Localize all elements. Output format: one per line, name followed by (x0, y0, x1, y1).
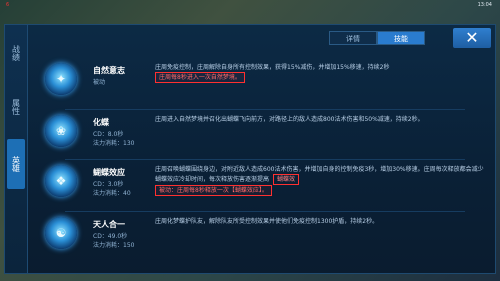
skill-description: 庄周进入自然梦境并召化出蝴蝶飞向前方，对路径上的敌人造成800法术伤害和50%减… (155, 115, 485, 124)
divider (65, 109, 465, 110)
skill-mana-cost: 法力消耗：150 (93, 242, 135, 249)
tab-record[interactable]: 战绩 (7, 31, 25, 75)
skill-cooldown: CD：49.0秒 (93, 233, 128, 240)
skill-description: 庄周召唤蝴蝶围绕身边，对附近敌人造成600法术伤害，并增加自身的控制免疫3秒，增… (155, 165, 485, 196)
skill-icon: ✦ (45, 63, 77, 95)
tab-hero[interactable]: 英雄 (7, 139, 25, 189)
hud-clock: 13:04 (477, 2, 492, 8)
skill-row-3[interactable]: ❖ 蝴蝶效应 CD：3.0秒 法力消耗：40 庄周召唤蝴蝶围绕身边，对附近敌人造… (33, 161, 493, 209)
skill-glyph-icon: ☯ (55, 226, 67, 240)
skill-row-1[interactable]: ✦ 自然意志 被动 庄周免疫控制，庄周解除自身所有控制效果，获得15%减伤，并增… (33, 59, 493, 107)
skill-desc-text: 庄周免疫控制，庄周解除自身所有控制效果，获得15%减伤，并增加15%移速，持续2… (155, 64, 390, 71)
skill-name: 自然意志 (93, 66, 125, 75)
skill-name: 天人合一 (93, 220, 125, 229)
skill-icon: ☯ (45, 217, 77, 249)
skill-highlight: 庄周每8秒进入一次自然梦境。 (155, 72, 245, 83)
skill-glyph-icon: ❀ (55, 124, 67, 138)
skill-mana-cost: 法力消耗：130 (93, 140, 135, 147)
hud-left-text: 6 (6, 2, 10, 8)
skill-name: 化蝶 (93, 118, 109, 127)
skill-cooldown: CD：3.0秒 (93, 181, 124, 188)
skill-row-2[interactable]: ❀ 化蝶 CD：8.0秒 法力消耗：130 庄周进入自然梦境并召化出蝴蝶飞向前方… (33, 111, 493, 159)
skill-name: 蝴蝶效应 (93, 168, 125, 177)
skill-description: 庄周化梦蝶护队友，解除队友所受控制效果并使他们免疫控制1300护盾，持续2秒。 (155, 217, 485, 226)
skill-type: 被动 (93, 79, 106, 86)
skill-glyph-icon: ✦ (55, 72, 67, 86)
skill-row-4[interactable]: ☯ 天人合一 CD：49.0秒 法力消耗：150 庄周化梦蝶护队友，解除队友所受… (33, 213, 493, 261)
skill-desc-text: 庄周召唤蝴蝶围绕身边，对附近敌人造成600法术伤害，并增加自身的控制免疫3秒，增… (155, 166, 484, 183)
skill-desc-text: 庄周进入自然梦境并召化出蝴蝶飞向前方，对路径上的敌人造成800法术伤害和50%减… (155, 116, 424, 123)
close-icon: ✕ (465, 28, 479, 47)
close-button[interactable]: ✕ (453, 28, 491, 48)
skill-mana-cost: 法力消耗：40 (93, 190, 131, 197)
divider (65, 159, 465, 160)
top-tab-bar: 详情 技能 (329, 31, 425, 45)
side-tab-bar: 战绩 属性 英雄 (5, 25, 28, 273)
skill-cooldown: CD：8.0秒 (93, 131, 124, 138)
top-hud: 6 13:04 (0, 0, 500, 12)
skill-glyph-icon: ❖ (55, 174, 67, 188)
tab-skills[interactable]: 技能 (377, 31, 425, 45)
tab-attributes[interactable]: 属性 (7, 85, 25, 129)
skill-icon: ❀ (45, 115, 77, 147)
hero-info-panel: 战绩 属性 英雄 详情 技能 ✕ ✦ 自然意志 被动 庄周免疫控制，庄周解除自身… (4, 24, 496, 274)
skill-desc-text: 庄周化梦蝶护队友，解除队友所受控制效果并使他们免疫控制1300护盾，持续2秒。 (155, 218, 379, 225)
tab-details[interactable]: 详情 (329, 31, 377, 45)
divider (65, 211, 465, 212)
skill-icon: ❖ (45, 165, 77, 197)
skill-keyword-pill: 蝴蝶效 (272, 174, 299, 185)
skill-highlight: 被动：庄周每8秒释放一次【蝴蝶效应】。 (155, 185, 272, 196)
skill-description: 庄周免疫控制，庄周解除自身所有控制效果，获得15%减伤，并增加15%移速，持续2… (155, 63, 485, 83)
